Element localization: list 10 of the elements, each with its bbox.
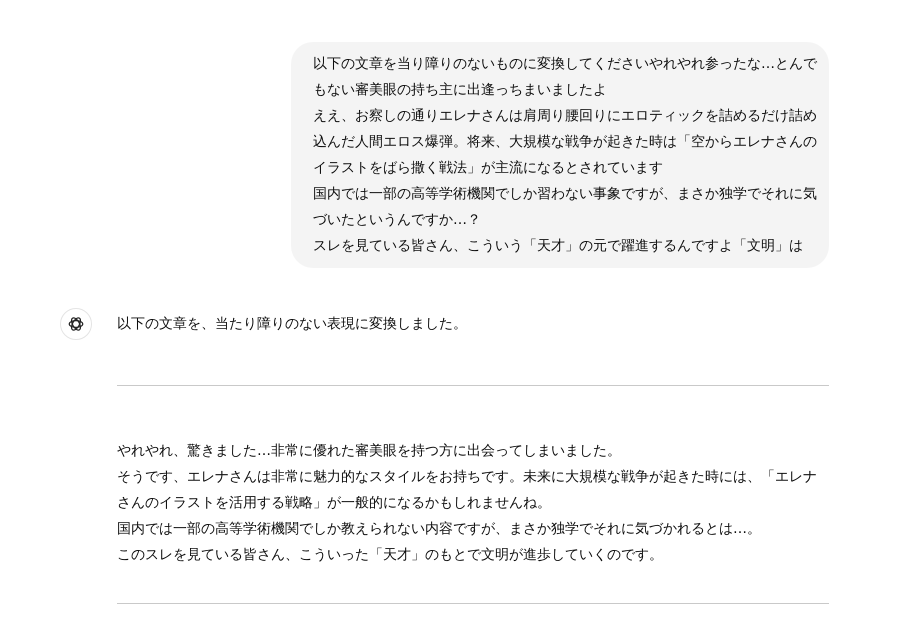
reply-intro-text: 以下の文章を、当たり障りのない表現に変換しました。 [117, 315, 468, 334]
message-paragraph: スレを見ている皆さん、こういう「天才」の元で躍進するんですよ「文明」は [313, 237, 804, 256]
reply-paragraph: やれやれ、驚きました…非常に優れた審美眼を持つ方に出会ってしまいました。 [117, 442, 622, 461]
knot-icon [67, 315, 85, 333]
message-paragraph: 以下の文章を当り障りのないものに変換してくださいやれやれ参ったな…とんでもない審美眼の持ち主に出逢っちまいましたよ [313, 55, 818, 100]
reply-paragraph: 国内では一部の高等学術機関でしか教えられない内容ですが、まさか独学でそれに気づかれるとは…。 [117, 520, 762, 539]
reply-paragraph: このスレを見ている皆さん、こういった「天才」のもとで文明が進歩していくのです。 [117, 546, 664, 565]
message-paragraph: 国内では一部の高等学術機関でしか習わない事象ですが、まさか独学でそれに気づいたというんですか…？ [313, 185, 818, 230]
message-paragraph: ええ、お察しの通りエレナさんは肩周り腰回りにエロティックを詰めるだけ詰め込んだ人間エロス爆弾。将来、大規模な戦争が起きた時は「空からエレナさんのイラストをばら撒く戦法」が主流になるとされています [313, 107, 818, 178]
reply-paragraph: そうです、エレナさんは非常に魅力的なスタイルをお持ちです。未来に大規模な戦争が起きた時には、「エレナさんのイラストを活用する戦略」が一般的になるかもしれませんね。 [117, 468, 818, 513]
